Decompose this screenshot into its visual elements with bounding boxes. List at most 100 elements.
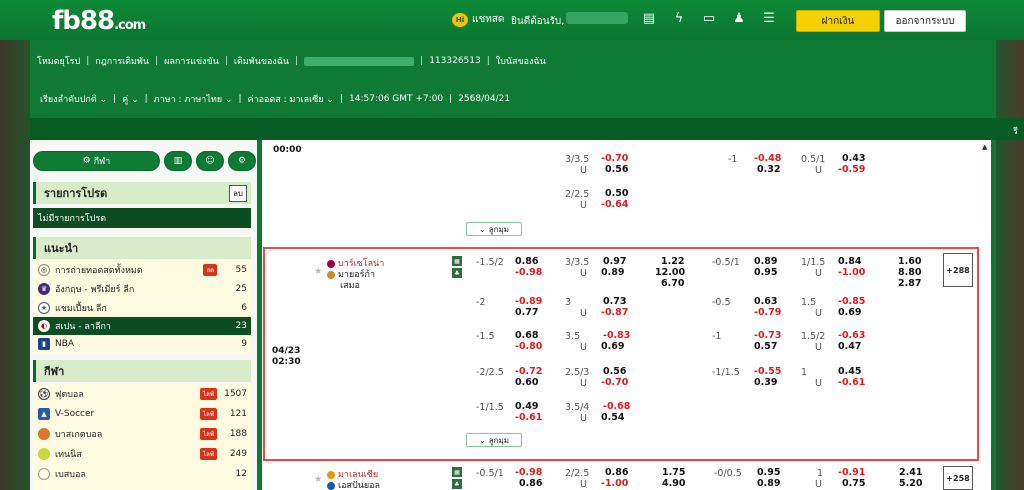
odds-cell[interactable]: -0.64	[601, 199, 628, 210]
odds-cell[interactable]: 0.60	[515, 377, 538, 388]
favorite-star-icon[interactable]: ★	[314, 474, 323, 485]
sidebar-item-premier-league[interactable]: ♛ อังกฤษ - พรีเมียร์ ลีก 25	[33, 280, 251, 298]
odds-cell[interactable]: 1.75	[662, 467, 685, 478]
odds-cell[interactable]: -0.63	[838, 330, 865, 341]
sidebar-item-tennis[interactable]: เทนนิส ไลฟ์ 249	[33, 445, 251, 463]
odds-cell[interactable]: -0.61	[515, 412, 542, 423]
odds-cell[interactable]: -0.73	[754, 330, 781, 341]
nav-results[interactable]: ผลการแข่งขัน	[164, 54, 219, 68]
odds-cell[interactable]: 0.86	[515, 256, 538, 267]
odds-cell[interactable]: -0.85	[838, 296, 865, 307]
odds-cell[interactable]: 0.57	[754, 341, 777, 352]
odds-cell[interactable]: -0.59	[838, 164, 865, 175]
odds-cell[interactable]: -0.89	[515, 296, 542, 307]
nav-my-bonus[interactable]: ใบนัสของฉัน	[496, 54, 546, 68]
odds-cell[interactable]: 0.73	[603, 296, 626, 307]
odds-cell[interactable]: 0.77	[515, 307, 538, 318]
logout-button[interactable]: ออกจากระบบ	[884, 10, 966, 32]
odds-cell[interactable]: 0.86	[519, 478, 542, 489]
odds-cell[interactable]: -0.72	[515, 366, 542, 377]
odds-cell[interactable]: -0.55	[754, 366, 781, 377]
odds-cell[interactable]: 0.95	[757, 467, 780, 478]
next-away-team[interactable]: เอสปันยอล	[327, 478, 380, 490]
odds-cell[interactable]: 0.86	[605, 467, 628, 478]
odds-cell[interactable]: -0.80	[515, 341, 542, 352]
odds-cell[interactable]: -0.48	[754, 153, 781, 164]
list-icon[interactable]: ☰	[760, 11, 778, 26]
odds-cell[interactable]: -0.70	[601, 377, 628, 388]
sidebar-item-champions-league[interactable]: ★ แชมเปี้ยน ลีก 6	[33, 299, 251, 317]
more-bets-button[interactable]: +288	[943, 253, 973, 287]
odds-cell[interactable]: 0.56	[605, 164, 628, 175]
odds-cell[interactable]: -1.00	[838, 267, 865, 278]
odds-cell[interactable]: 6.70	[661, 278, 684, 289]
wallet-icon[interactable]: ▤	[640, 11, 658, 26]
nav-euro-mode[interactable]: โหมดยุโรป	[37, 54, 80, 68]
favorites-clear-button[interactable]: ลบ	[229, 185, 247, 202]
odds-cell[interactable]: 0.69	[838, 307, 861, 318]
odds-cell[interactable]: 0.56	[603, 366, 626, 377]
odds-cell[interactable]: 0.47	[838, 341, 861, 352]
odds-cell[interactable]: 0.32	[757, 164, 780, 175]
user-icon[interactable]: ♟	[730, 11, 748, 26]
more-markets-button[interactable]: ⌄ ลูกมุม	[466, 222, 522, 236]
pair-select[interactable]: คู่ ⌄	[122, 92, 138, 106]
more-bets-button[interactable]: +258	[943, 466, 973, 490]
account-tab-button[interactable]: ☺	[196, 151, 224, 171]
scroll-up-icon[interactable]: ▲	[982, 143, 987, 151]
deposit-button[interactable]: ฝากเงิน	[796, 10, 880, 32]
language-select[interactable]: ภาษา : ภาษาไทย ⌄	[154, 92, 233, 106]
odds-cell[interactable]: -0.61	[838, 377, 865, 388]
odds-cell[interactable]: 12.00	[655, 267, 685, 278]
odds-cell[interactable]: 0.89	[601, 267, 624, 278]
odds-cell[interactable]: 0.89	[757, 478, 780, 489]
odds-cell[interactable]: 0.54	[601, 412, 624, 423]
odds-cell[interactable]: 0.75	[842, 478, 865, 489]
odds-cell[interactable]: 1.60	[898, 256, 921, 267]
odds-cell[interactable]: -0.68	[603, 401, 630, 412]
odds-cell[interactable]: 4.90	[662, 478, 685, 489]
odds-cell[interactable]: 0.49	[515, 401, 538, 412]
sidebar-item-v-soccer[interactable]: ▲ V-Soccer ไลฟ์ 121	[33, 405, 251, 423]
odds-type-select[interactable]: ค่าออดส : มาเลเซีย ⌄	[248, 92, 334, 106]
odds-cell[interactable]: -0.87	[601, 307, 628, 318]
pitch-icon[interactable]: ♣	[452, 479, 462, 489]
promotion-icon[interactable]: ▭	[700, 11, 718, 26]
odds-cell[interactable]: 0.69	[601, 341, 624, 352]
settings-tab-button[interactable]: ⚙	[228, 151, 256, 171]
odds-cell[interactable]: 8.80	[898, 267, 921, 278]
odds-cell[interactable]: 0.63	[754, 296, 777, 307]
odds-cell[interactable]: 0.97	[603, 256, 626, 267]
sidebar-item-nba[interactable]: ▮ NBA 9	[33, 335, 251, 353]
flash-icon[interactable]: ϟ	[670, 11, 688, 26]
odds-cell[interactable]: 2.87	[898, 278, 921, 289]
fb88-logo[interactable]: fb88.com	[52, 6, 146, 36]
odds-cell[interactable]: -0.98	[515, 467, 542, 478]
odds-cell[interactable]: 0.84	[838, 256, 861, 267]
nav-rules[interactable]: กฎการเดิมพัน	[95, 54, 149, 68]
betslip-tab-button[interactable]: ▥	[164, 151, 192, 171]
sport-tab-button[interactable]: ⚙ กีฬา	[33, 151, 160, 171]
odds-cell[interactable]: 0.68	[515, 330, 538, 341]
odds-cell[interactable]: -0.83	[603, 330, 630, 341]
odds-cell[interactable]: 0.43	[842, 153, 865, 164]
scrollbar-track[interactable]	[979, 140, 991, 490]
pitch-icon[interactable]: ♣	[452, 268, 462, 278]
favorite-star-icon[interactable]: ★	[314, 266, 323, 277]
odds-cell[interactable]: 2.41	[899, 467, 922, 478]
odds-cell[interactable]: 0.50	[605, 188, 628, 199]
odds-cell[interactable]: -0.91	[838, 467, 865, 478]
sidebar-item-laliga[interactable]: ◐ สเปน - ลาลีกา 23	[33, 317, 251, 335]
nav-my-bets[interactable]: เดิมพันของฉัน	[234, 54, 289, 68]
odds-cell[interactable]: 5.20	[899, 478, 922, 489]
more-markets-button[interactable]: ⌄ ลูกมุม	[466, 433, 522, 447]
sidebar-item-football[interactable]: ⚽ ฟุตบอล ไลฟ์ 1507	[33, 385, 251, 403]
odds-cell[interactable]: -1.00	[601, 478, 628, 489]
odds-cell[interactable]: -0.70	[601, 153, 628, 164]
sidebar-item-baseball[interactable]: เบสบอล 12	[33, 465, 251, 483]
odds-cell[interactable]: 0.95	[754, 267, 777, 278]
odds-cell[interactable]: 0.39	[754, 377, 777, 388]
stats-icon[interactable]: ▦	[452, 256, 462, 266]
odds-cell[interactable]: 0.45	[838, 366, 861, 377]
odds-cell[interactable]: 1.22	[661, 256, 684, 267]
